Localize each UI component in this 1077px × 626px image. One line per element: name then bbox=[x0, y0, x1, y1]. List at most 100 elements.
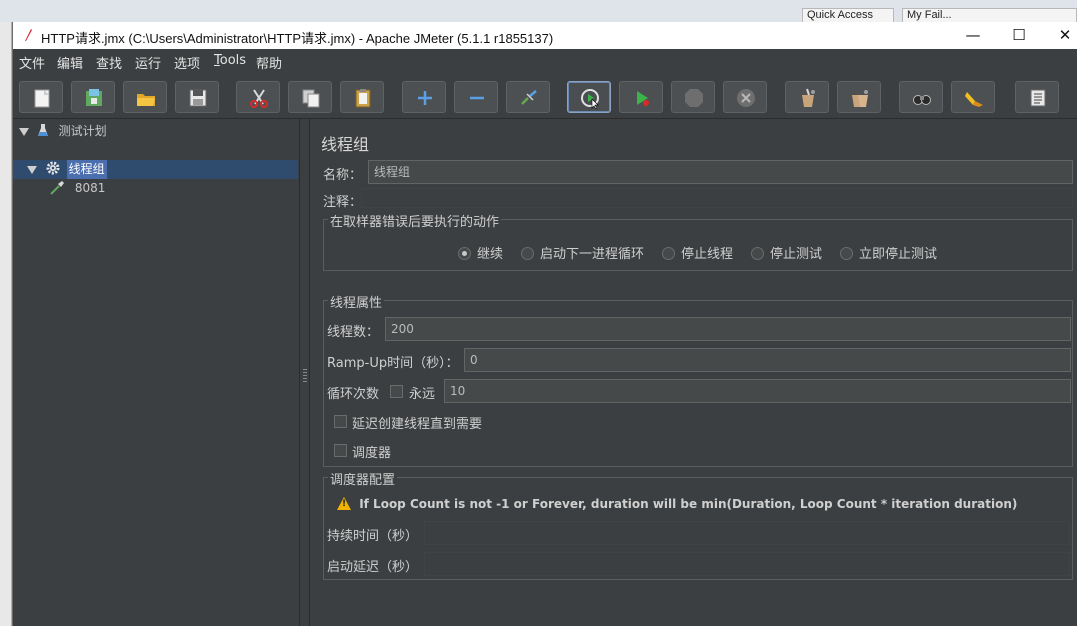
open-button[interactable] bbox=[123, 81, 167, 113]
desktop-left-edge bbox=[0, 22, 12, 626]
radio-dot-icon bbox=[521, 247, 534, 260]
menu-run[interactable]: 运行 bbox=[135, 53, 161, 72]
expand-triangle-icon[interactable] bbox=[19, 127, 29, 136]
new-button[interactable] bbox=[19, 81, 63, 113]
expand-triangle-icon[interactable] bbox=[27, 165, 37, 174]
threads-field[interactable]: 200 bbox=[385, 317, 1071, 341]
search-button[interactable] bbox=[899, 81, 943, 113]
close-button[interactable]: ✕ bbox=[1042, 22, 1077, 49]
search-icon bbox=[913, 95, 931, 105]
clear-icon bbox=[802, 88, 815, 107]
function-helper-button[interactable] bbox=[1015, 81, 1059, 113]
radio-dot-icon bbox=[662, 247, 675, 260]
templates-icon bbox=[86, 89, 102, 106]
menu-file[interactable]: 文件 bbox=[19, 53, 45, 72]
split-pane-divider[interactable] bbox=[301, 119, 310, 626]
copy-icon bbox=[302, 89, 320, 108]
menu-options[interactable]: 选项 bbox=[174, 53, 200, 72]
test-plan-tree: 测试计划 线程组 8081 bbox=[13, 119, 300, 626]
toolbar bbox=[13, 73, 1077, 119]
maximize-button[interactable]: ☐ bbox=[996, 22, 1042, 49]
radio-stop-thread[interactable]: 停止线程 bbox=[662, 243, 733, 262]
tree-node-test-plan[interactable]: 测试计划 bbox=[19, 122, 109, 141]
stop-button[interactable] bbox=[671, 81, 715, 113]
paste-icon bbox=[355, 89, 371, 108]
delay-create-label: 延迟创建线程直到需要 bbox=[352, 417, 483, 432]
start-no-pause-icon bbox=[637, 91, 649, 106]
cut-icon bbox=[250, 89, 268, 108]
radio-continue[interactable]: 继续 bbox=[458, 243, 503, 262]
jmeter-window: HTTP请求.jmx (C:\Users\Administrator\HTTP请… bbox=[12, 22, 1077, 626]
radio-stop-test[interactable]: 停止测试 bbox=[751, 243, 822, 262]
tree-node-thread-group[interactable]: 线程组 bbox=[13, 160, 298, 179]
save-button[interactable] bbox=[175, 81, 219, 113]
start-no-pauses-button[interactable] bbox=[619, 81, 663, 113]
name-field[interactable]: 线程组 bbox=[368, 160, 1073, 184]
paste-button[interactable] bbox=[340, 81, 384, 113]
scheduler-label: 调度器 bbox=[352, 446, 392, 461]
background-tab: My Fail... bbox=[902, 8, 1077, 22]
desktop-background: Quick Access My Fail... bbox=[0, 0, 1077, 22]
radio-dot-icon bbox=[458, 247, 471, 260]
rampup-label: Ramp-Up时间（秒）： bbox=[327, 356, 459, 371]
comment-field[interactable] bbox=[361, 188, 1073, 208]
toggle-button[interactable] bbox=[506, 81, 550, 113]
shutdown-button[interactable] bbox=[723, 81, 767, 113]
error-action-group: 在取样器错误后要执行的动作 继续 启动下一进程循环 停止线程 停止测试 立即停止… bbox=[323, 211, 1073, 271]
scheduler-checkbox[interactable] bbox=[334, 444, 347, 457]
menu-tools[interactable]: Tools bbox=[214, 53, 246, 68]
open-icon bbox=[137, 94, 155, 106]
clear-button[interactable] bbox=[785, 81, 829, 113]
threads-label: 线程数： bbox=[327, 325, 380, 340]
start-button[interactable] bbox=[567, 81, 611, 113]
group-title: 在取样器错误后要执行的动作 bbox=[328, 211, 502, 230]
minimize-button[interactable]: — bbox=[950, 22, 996, 49]
start-icon bbox=[581, 89, 599, 109]
forever-checkbox[interactable] bbox=[390, 385, 403, 398]
collapse-icon bbox=[470, 96, 484, 100]
thread-properties-group: 线程属性 线程数： 200 Ramp-Up时间（秒）： 0 循环次数 永远 10… bbox=[323, 292, 1073, 467]
clear-all-button[interactable] bbox=[837, 81, 881, 113]
comment-label: 注释： bbox=[323, 195, 363, 210]
name-label: 名称： bbox=[323, 168, 363, 183]
jmeter-feather-icon bbox=[25, 29, 32, 41]
group-title: 线程属性 bbox=[328, 292, 385, 311]
loop-count-label: 循环次数 bbox=[327, 387, 380, 402]
function-helper-icon bbox=[1030, 89, 1046, 107]
flask-icon bbox=[37, 124, 48, 136]
shutdown-icon bbox=[737, 89, 755, 107]
radio-start-next-loop[interactable]: 启动下一进程循环 bbox=[521, 243, 644, 262]
radio-stop-test-now[interactable]: 立即停止测试 bbox=[840, 243, 937, 262]
menu-search[interactable]: 查找 bbox=[96, 53, 122, 72]
panel-title: 线程组 bbox=[321, 135, 370, 154]
tree-node-http-sampler[interactable]: 8081 bbox=[49, 179, 107, 198]
window-title: HTTP请求.jmx (C:\Users\Administrator\HTTP请… bbox=[41, 31, 554, 46]
forever-label: 永远 bbox=[409, 387, 436, 402]
tree-label: 测试计划 bbox=[58, 124, 107, 138]
menu-edit[interactable]: 编辑 bbox=[57, 53, 83, 72]
clear-all-icon bbox=[852, 90, 868, 107]
cut-button[interactable] bbox=[236, 81, 280, 113]
startup-delay-label: 启动延迟（秒） bbox=[327, 560, 419, 575]
radio-label: 停止线程 bbox=[681, 247, 734, 262]
rampup-field[interactable]: 0 bbox=[464, 348, 1071, 372]
expand-all-button[interactable] bbox=[402, 81, 446, 113]
copy-button[interactable] bbox=[288, 81, 332, 113]
delay-create-checkbox[interactable] bbox=[334, 415, 347, 428]
tree-label: 8081 bbox=[74, 181, 106, 195]
warning-text: If Loop Count is not -1 or Forever, dura… bbox=[359, 497, 1018, 511]
templates-button[interactable] bbox=[71, 81, 115, 113]
splitter-grip[interactable] bbox=[303, 369, 307, 383]
collapse-all-button[interactable] bbox=[454, 81, 498, 113]
save-icon bbox=[189, 89, 207, 107]
title-bar: HTTP请求.jmx (C:\Users\Administrator\HTTP请… bbox=[13, 22, 1077, 49]
new-icon bbox=[34, 89, 50, 108]
duration-field[interactable] bbox=[424, 521, 1070, 545]
background-tab: Quick Access bbox=[802, 8, 894, 22]
reset-search-button[interactable] bbox=[951, 81, 995, 113]
startup-delay-field[interactable] bbox=[424, 552, 1070, 576]
tree-label: 线程组 bbox=[66, 160, 107, 179]
loop-count-field[interactable]: 10 bbox=[444, 379, 1071, 403]
menu-help[interactable]: 帮助 bbox=[256, 53, 282, 72]
radio-dot-icon bbox=[840, 247, 853, 260]
